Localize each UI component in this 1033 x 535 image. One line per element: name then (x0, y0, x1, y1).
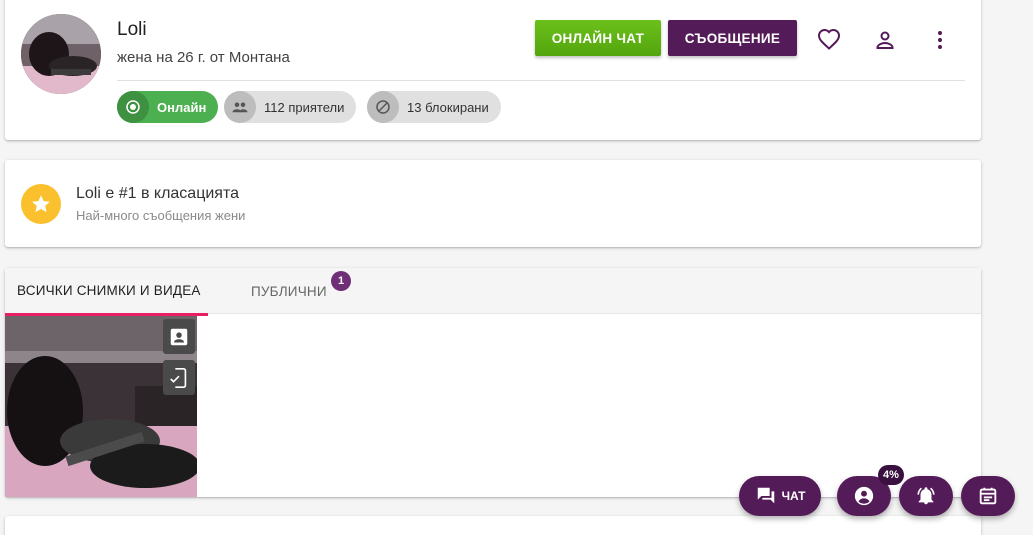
avatar[interactable] (21, 14, 101, 94)
public-count-badge: 1 (331, 271, 351, 291)
calendar-icon (979, 487, 997, 505)
chat-fab-label: ЧАТ (781, 489, 806, 503)
friends-label: 112 приятели (264, 99, 345, 115)
mobile-check-icon (170, 367, 187, 388)
tab-public[interactable]: ПУБЛИЧНИ (251, 268, 327, 314)
radio-on-icon (117, 91, 149, 123)
mobile-verify-button[interactable] (163, 360, 195, 395)
chat-fab[interactable]: ЧАТ (739, 476, 821, 516)
friends-chip[interactable]: 112 приятели (224, 91, 357, 123)
account-circle-icon (854, 486, 874, 506)
profile-button[interactable] (869, 24, 901, 56)
bell-ringing-icon (917, 487, 935, 505)
ranking-subtitle: Най-много съобщения жени (76, 208, 246, 223)
forum-icon (757, 487, 774, 504)
people-icon (224, 91, 256, 123)
profile-completion-badge: 4% (878, 465, 904, 485)
profile-subtitle: жена на 26 г. от Монтана (117, 49, 290, 66)
tab-all-media[interactable]: ВСИЧКИ СНИМКИ И ВИДЕА (5, 268, 208, 316)
more-button[interactable] (924, 24, 956, 56)
divider (117, 80, 965, 81)
message-button[interactable]: СЪОБЩЕНИЕ (668, 20, 797, 56)
ranking-title: Loli е #1 в класацията (76, 185, 240, 202)
heart-icon (817, 28, 841, 50)
events-fab[interactable] (961, 476, 1015, 516)
block-icon (367, 91, 399, 123)
person-icon (876, 31, 894, 49)
online-chat-button[interactable]: ОНЛАЙН ЧАТ (535, 20, 661, 56)
online-label: Онлайн (157, 99, 207, 115)
star-icon (21, 184, 61, 224)
blocked-label: 13 блокирани (407, 99, 489, 115)
ranking-card: Loli е #1 в класацията Най-много съобщен… (5, 160, 981, 247)
profile-card: Loli жена на 26 г. от Монтана ОНЛАЙН ЧАТ… (5, 0, 981, 140)
gallery-card: ВСИЧКИ СНИМКИ И ВИДЕА ПУБЛИЧНИ 1 (5, 268, 981, 497)
blocked-chip[interactable]: 13 блокирани (367, 91, 501, 123)
next-card (5, 516, 981, 535)
avatar-photo (21, 14, 101, 94)
media-thumbnail[interactable] (5, 316, 197, 497)
set-profile-photo-button[interactable] (163, 319, 195, 354)
gallery-tabs: ВСИЧКИ СНИМКИ И ВИДЕА ПУБЛИЧНИ 1 (5, 268, 981, 316)
online-chip: Онлайн (117, 91, 219, 123)
favorite-button[interactable] (813, 24, 845, 56)
profile-name: Loli (117, 19, 147, 40)
contact-card-icon (170, 328, 188, 345)
more-vert-icon (938, 31, 942, 49)
notifications-fab[interactable] (899, 476, 953, 516)
